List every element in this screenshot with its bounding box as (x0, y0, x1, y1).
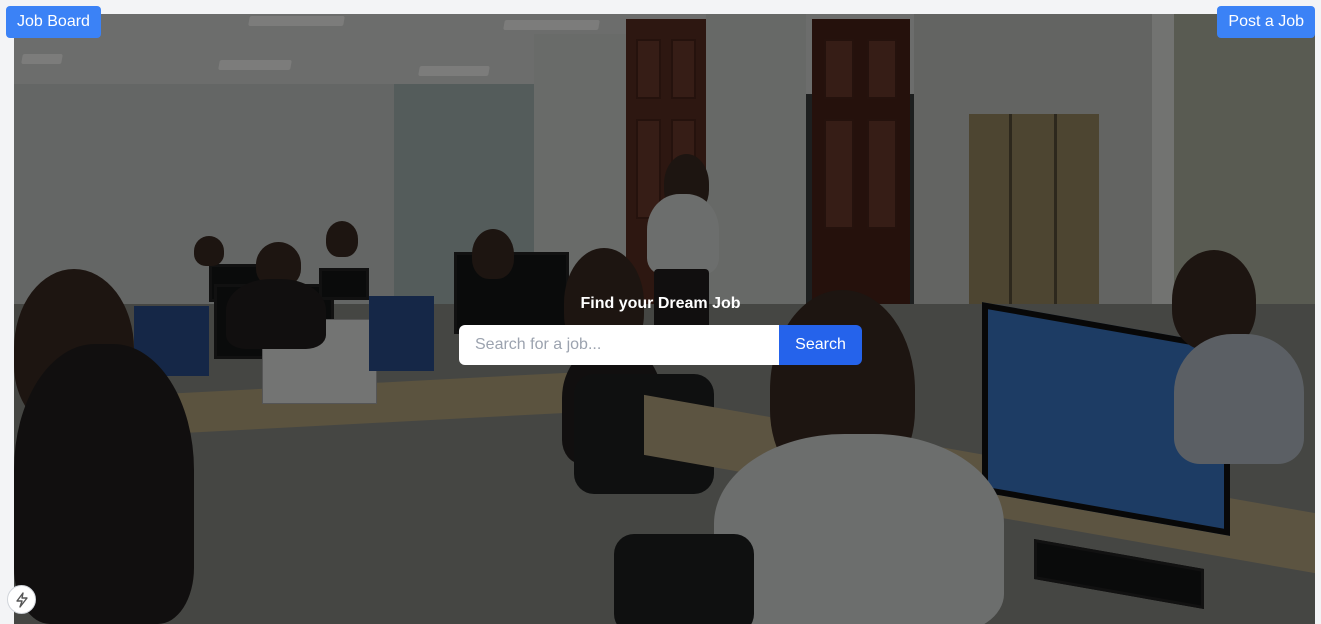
lightning-bolt-icon[interactable] (7, 585, 36, 614)
job-search-input[interactable] (459, 325, 779, 365)
lightning-bolt-icon-glyph (15, 591, 28, 608)
search-panel: Find your Dream Job Search (0, 0, 1321, 624)
job-board-home-button[interactable]: Job Board (6, 6, 101, 38)
search-button[interactable]: Search (779, 325, 862, 365)
post-a-job-button[interactable]: Post a Job (1217, 6, 1315, 38)
hero-headline: Find your Dream Job (580, 295, 741, 312)
search-bar: Search (459, 325, 862, 365)
